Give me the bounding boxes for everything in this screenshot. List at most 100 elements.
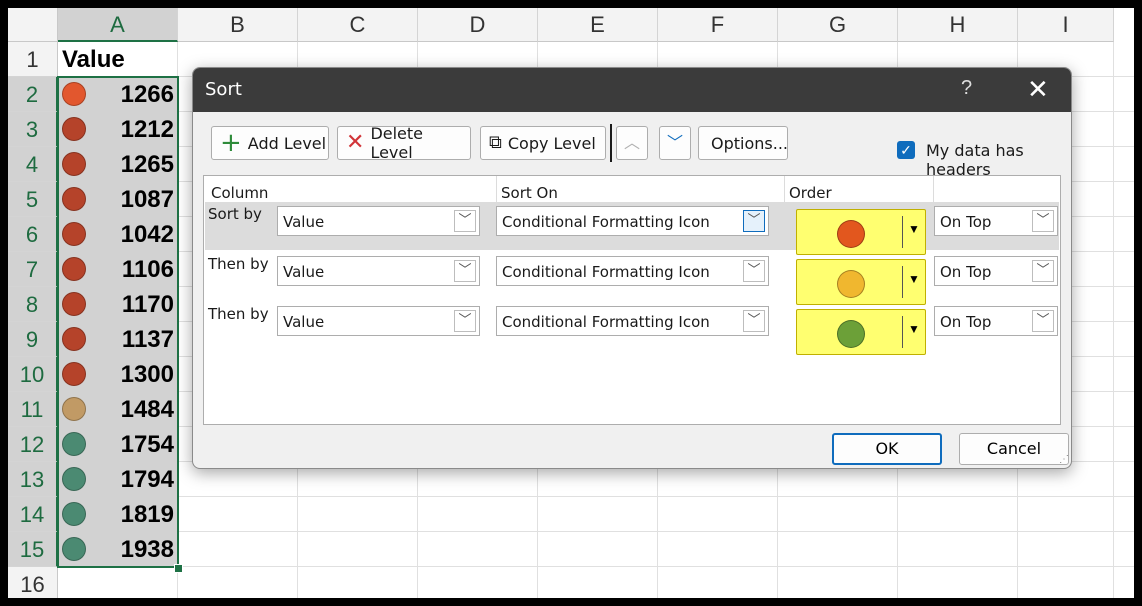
- cell-a7[interactable]: 1106: [58, 252, 178, 287]
- gridline: [1113, 42, 1114, 598]
- row-header-5[interactable]: 5: [8, 182, 58, 217]
- sort-on-select[interactable]: Conditional Formatting Icon ﹀: [496, 256, 769, 286]
- column-separator: [933, 176, 934, 202]
- order-icon-select[interactable]: ▼: [796, 259, 926, 305]
- sort-level-row[interactable]: Then by Value ﹀ Conditional Formatting Icon…: [205, 302, 1059, 350]
- row-header-12[interactable]: 12: [8, 427, 58, 462]
- delete-level-button[interactable]: ✕ Delete Level: [337, 124, 471, 162]
- circle-icon: [837, 220, 865, 248]
- ok-button[interactable]: OK: [832, 433, 942, 465]
- cell-a10[interactable]: 1300: [58, 357, 178, 392]
- row-header-14[interactable]: 14: [8, 497, 58, 532]
- column-select[interactable]: Value ﹀: [277, 206, 480, 236]
- resize-grip-icon[interactable]: ⋰: [1059, 454, 1069, 465]
- fill-handle[interactable]: [174, 564, 183, 573]
- move-down-button[interactable]: ﹀: [659, 126, 691, 160]
- cell-a2[interactable]: 1266: [58, 77, 178, 112]
- cell-value: 1484: [120, 396, 174, 423]
- level-label: Then by: [208, 305, 269, 323]
- cell-a5[interactable]: 1087: [58, 182, 178, 217]
- close-icon[interactable]: ✕: [1027, 74, 1049, 105]
- cancel-button[interactable]: Cancel: [959, 433, 1069, 465]
- column-value: Value: [283, 263, 325, 281]
- dropdown-arrow-icon: ▼: [908, 222, 920, 236]
- cell-a15[interactable]: 1938: [58, 532, 178, 567]
- red-circle-icon: [62, 152, 86, 176]
- column-select[interactable]: Value ﹀: [277, 256, 480, 286]
- order-icon-select[interactable]: ▼: [796, 309, 926, 355]
- copy-level-label: Copy Level: [507, 133, 596, 153]
- has-headers-checkbox[interactable]: ✓: [897, 141, 915, 159]
- row-header-11[interactable]: 11: [8, 392, 58, 427]
- column-header-f[interactable]: F: [658, 8, 778, 42]
- sort-on-value: Conditional Formatting Icon: [502, 313, 710, 331]
- chevron-down-icon: ﹀: [1032, 210, 1054, 232]
- help-icon[interactable]: ?: [961, 77, 972, 100]
- cell-a4[interactable]: 1265: [58, 147, 178, 182]
- cell-a9[interactable]: 1137: [58, 322, 178, 357]
- cell-a1[interactable]: Value: [58, 42, 178, 77]
- row-header-16[interactable]: 16: [8, 567, 58, 598]
- column-value: Value: [283, 313, 325, 331]
- column-header-c[interactable]: C: [298, 8, 418, 42]
- sort-on-header: Sort On: [501, 184, 558, 202]
- move-up-button[interactable]: ︿: [616, 126, 648, 160]
- position-select[interactable]: On Top ﹀: [934, 256, 1058, 286]
- column-header-d[interactable]: D: [418, 8, 538, 42]
- chevron-down-icon: ﹀: [743, 310, 765, 332]
- green-circle-icon: [62, 537, 86, 561]
- select-all-corner[interactable]: [8, 8, 58, 42]
- cell-a14[interactable]: 1819: [58, 497, 178, 532]
- cell-a6[interactable]: 1042: [58, 217, 178, 252]
- gridline: [58, 496, 1134, 497]
- sort-level-row[interactable]: Sort by Value ﹀ Conditional Formatting Icon…: [205, 202, 1059, 250]
- row-header-13[interactable]: 13: [8, 462, 58, 497]
- column-header: Column: [211, 184, 269, 202]
- row-header-4[interactable]: 4: [8, 147, 58, 182]
- cell-value: 1300: [120, 361, 174, 388]
- row-header-7[interactable]: 7: [8, 252, 58, 287]
- sort-on-select[interactable]: Conditional Formatting Icon ﹀: [496, 306, 769, 336]
- row-header-10[interactable]: 10: [8, 357, 58, 392]
- copy-level-button[interactable]: ⧉ Copy Level: [480, 126, 606, 160]
- cell-value: 1938: [120, 536, 174, 563]
- column-header-h[interactable]: H: [898, 8, 1018, 42]
- column-header-a[interactable]: A: [58, 8, 178, 42]
- cell-a8[interactable]: 1170: [58, 287, 178, 322]
- chevron-down-icon: ﹀: [1032, 260, 1054, 282]
- sort-on-select[interactable]: Conditional Formatting Icon ﹀: [496, 206, 769, 236]
- options-button[interactable]: Options...: [698, 126, 788, 160]
- column-select[interactable]: Value ﹀: [277, 306, 480, 336]
- sort-level-row[interactable]: Then by Value ﹀ Conditional Formatting Icon…: [205, 252, 1059, 300]
- cell-a13[interactable]: 1794: [58, 462, 178, 497]
- green-circle-icon: [62, 502, 86, 526]
- plus-icon: +: [220, 128, 242, 158]
- row-header-15[interactable]: 15: [8, 532, 58, 567]
- dialog-title: Sort: [205, 79, 242, 100]
- column-header-g[interactable]: G: [778, 8, 898, 42]
- row-header-6[interactable]: 6: [8, 217, 58, 252]
- column-header-b[interactable]: B: [178, 8, 298, 42]
- cell-a3[interactable]: 1212: [58, 112, 178, 147]
- cell-text: Value: [62, 46, 125, 73]
- position-select[interactable]: On Top ﹀: [934, 306, 1058, 336]
- column-header-i[interactable]: I: [1018, 8, 1114, 42]
- row-header-9[interactable]: 9: [8, 322, 58, 357]
- row-header-2[interactable]: 2: [8, 77, 58, 112]
- order-header: Order: [789, 184, 832, 202]
- order-icon-select[interactable]: ▼: [796, 209, 926, 255]
- row-header-8[interactable]: 8: [8, 287, 58, 322]
- add-level-button[interactable]: + Add Level: [211, 126, 329, 160]
- row-header-3[interactable]: 3: [8, 112, 58, 147]
- cell-a11[interactable]: 1484: [58, 392, 178, 427]
- options-label: Options...: [711, 133, 788, 153]
- cell-a12[interactable]: 1754: [58, 427, 178, 462]
- x-icon: ✕: [346, 130, 365, 155]
- row-header-1[interactable]: 1: [8, 42, 58, 77]
- sort-levels-grid: Column Sort On Order Sort by Value ﹀ Condit…: [203, 175, 1061, 425]
- position-select[interactable]: On Top ﹀: [934, 206, 1058, 236]
- chevron-up-icon: ︿: [623, 135, 640, 152]
- combo-divider: [902, 316, 903, 348]
- column-header-e[interactable]: E: [538, 8, 658, 42]
- chevron-down-icon: ﹀: [454, 260, 476, 282]
